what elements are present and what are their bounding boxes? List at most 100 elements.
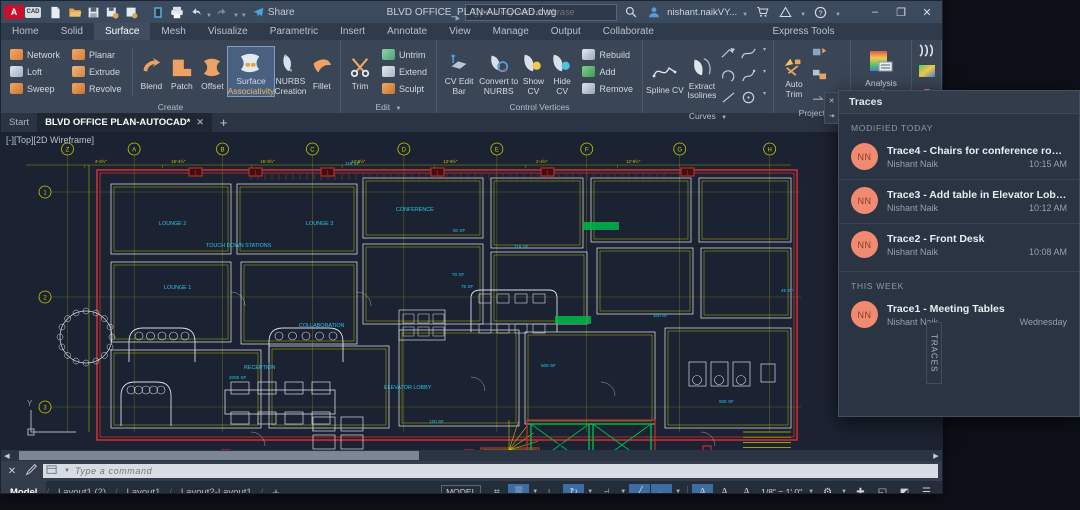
ribbon-tab-annotate[interactable]: Annotate bbox=[376, 23, 438, 40]
status-customization-icon[interactable]: ☰ bbox=[916, 484, 937, 494]
command-close-icon[interactable]: ✕ bbox=[5, 466, 19, 477]
ribbon-button-untrim[interactable]: Untrim bbox=[379, 46, 430, 63]
project-to-view-icon[interactable] bbox=[811, 67, 828, 87]
traces-panel-close-icon[interactable]: ✕ bbox=[829, 97, 835, 105]
scroll-left-icon[interactable]: ◀ bbox=[1, 450, 13, 461]
saveas-icon[interactable] bbox=[104, 4, 121, 21]
ribbon-tab-insert[interactable]: Insert bbox=[329, 23, 376, 40]
status-ortho-icon[interactable]: ∟ bbox=[541, 484, 562, 494]
command-field[interactable] bbox=[73, 465, 938, 477]
ribbon-button-loft[interactable]: Loft bbox=[7, 63, 63, 80]
ribbon-tab-home[interactable]: Home bbox=[1, 23, 50, 40]
search-icon[interactable] bbox=[622, 4, 639, 21]
layout-tab-1[interactable]: Layout1 (2) bbox=[49, 481, 115, 494]
autodesk-dropdown-icon[interactable]: ▼ bbox=[800, 12, 806, 22]
ribbon-button-network[interactable]: Network bbox=[7, 46, 63, 63]
autodesk-triangle-icon[interactable] bbox=[777, 4, 794, 21]
cart-icon[interactable] bbox=[754, 4, 771, 21]
model-space-badge[interactable]: MODEL bbox=[441, 485, 481, 494]
search-field[interactable] bbox=[466, 6, 616, 18]
ribbon-button-remove[interactable]: Remove bbox=[579, 80, 636, 97]
layout-tab-2[interactable]: Layout1 bbox=[118, 481, 170, 494]
workspace-dropdown-icon[interactable]: ▼ bbox=[839, 489, 849, 494]
command-dropdown-icon[interactable]: ▼ bbox=[64, 468, 70, 474]
document-tab-1[interactable]: BLVD OFFICE PLAN-AUTOCAD*✕ bbox=[37, 113, 212, 132]
traces-side-tab[interactable]: TRACES bbox=[926, 322, 942, 384]
account-avatar-icon[interactable] bbox=[645, 4, 662, 21]
status-polar-icon[interactable]: ↻ bbox=[563, 484, 584, 494]
ribbon-button-auto-trim[interactable]: Auto Trim bbox=[777, 50, 811, 99]
horizontal-scrollbar[interactable]: ◀ ▶ bbox=[1, 450, 942, 461]
status-ucs-icon[interactable]: ⌞ bbox=[651, 484, 672, 494]
layout-tab-3[interactable]: Layout2-Layout1 bbox=[172, 481, 261, 494]
ribbon-tab-surface[interactable]: Surface bbox=[94, 23, 150, 40]
ribbon-button-planar[interactable]: Planar bbox=[69, 46, 125, 63]
ribbon-button-sweep[interactable]: Sweep bbox=[7, 80, 63, 97]
viewport-label[interactable]: [-][Top][2D Wireframe] bbox=[6, 135, 94, 145]
maximize-button[interactable]: ❐ bbox=[890, 2, 912, 22]
drawing-canvas[interactable]: [-][Top][2D Wireframe] ZABCDEFGH4'-6½"18… bbox=[1, 132, 942, 461]
search-expand-icon[interactable]: ▶ bbox=[455, 15, 460, 22]
ribbon-tab-visualize[interactable]: Visualize bbox=[197, 23, 259, 40]
save-icon[interactable] bbox=[85, 4, 102, 21]
command-pen-icon[interactable] bbox=[24, 463, 38, 479]
status-flyout-icon[interactable]: ▼ bbox=[530, 489, 540, 494]
close-button[interactable]: ✕ bbox=[916, 2, 938, 22]
traces-panel-autohide-icon[interactable]: ⇥ bbox=[829, 112, 835, 120]
status-flyout-icon[interactable]: ▼ bbox=[585, 489, 595, 494]
trace-list-item[interactable]: NNTrace4 - Chairs for conference roomNis… bbox=[839, 138, 1079, 177]
ribbon-tab-output[interactable]: Output bbox=[540, 23, 592, 40]
ribbon-button-blend[interactable]: Blend bbox=[136, 52, 166, 92]
curvature-analysis-icon[interactable] bbox=[919, 64, 935, 82]
help-icon[interactable]: ? bbox=[812, 4, 829, 21]
edit-panel-expand-icon[interactable]: ▼ bbox=[396, 106, 402, 112]
ribbon-tab-mesh[interactable]: Mesh bbox=[150, 23, 196, 40]
scrollbar-thumb[interactable] bbox=[19, 451, 419, 460]
redo-dropdown-icon[interactable]: ▼ bbox=[233, 13, 239, 23]
ribbon-tab-express-tools[interactable]: Express Tools bbox=[761, 23, 845, 40]
zebra-analysis-icon[interactable] bbox=[918, 44, 936, 62]
open-icon[interactable] bbox=[66, 4, 83, 21]
account-name[interactable]: nishant.naikVY... bbox=[667, 7, 737, 18]
scroll-right-icon[interactable]: ▶ bbox=[930, 450, 942, 461]
new-icon[interactable] bbox=[47, 4, 64, 21]
ribbon-button-surface-associativity[interactable]: Surface Associativity bbox=[228, 47, 275, 96]
curve-tool-4-icon[interactable] bbox=[740, 68, 758, 88]
account-dropdown-icon[interactable]: ▼ bbox=[742, 12, 748, 22]
status-annotation-a1[interactable]: A bbox=[692, 484, 713, 494]
status-snap-icon[interactable]: ⌗ bbox=[486, 484, 507, 494]
status-flyout-icon[interactable]: ▼ bbox=[673, 489, 683, 494]
curves-flyout-2-icon[interactable]: ▾ bbox=[763, 68, 770, 88]
search-input[interactable] bbox=[465, 4, 617, 21]
panel-title-curves[interactable]: Curves ▼ bbox=[643, 110, 773, 122]
curve-tool-2-icon[interactable] bbox=[740, 46, 758, 66]
status-annotation-a2[interactable]: A bbox=[714, 484, 735, 494]
command-input[interactable]: ▼ bbox=[43, 464, 938, 478]
ribbon-button-offset[interactable]: Offset bbox=[197, 52, 227, 92]
plot-preview-icon[interactable] bbox=[123, 4, 140, 21]
curves-flyout-3-icon[interactable]: ▾ bbox=[763, 90, 770, 110]
status-grid-icon[interactable]: ▒ bbox=[508, 484, 529, 494]
curve-tool-1-icon[interactable] bbox=[720, 46, 738, 66]
trace-list-item[interactable]: NNTrace3 - Add table in Elevator LobbyNi… bbox=[839, 182, 1079, 221]
ribbon-button-sculpt[interactable]: Sculpt bbox=[379, 80, 430, 97]
plot-icon[interactable] bbox=[168, 4, 185, 21]
redo-icon[interactable] bbox=[214, 4, 231, 21]
share-button[interactable]: Share bbox=[252, 7, 295, 18]
curve-tool-6-icon[interactable] bbox=[740, 90, 758, 110]
minimize-button[interactable]: – bbox=[864, 2, 886, 22]
curve-tool-5-icon[interactable] bbox=[720, 90, 738, 110]
status-cleanscreen-icon[interactable]: ◩ bbox=[894, 484, 915, 494]
ribbon-tab-view[interactable]: View bbox=[438, 23, 482, 40]
ribbon-button-extract-isolines[interactable]: Extract Isolines bbox=[684, 52, 720, 101]
ribbon-button-extrude[interactable]: Extrude bbox=[69, 63, 125, 80]
document-tab-0[interactable]: Start bbox=[1, 113, 37, 132]
project-to-ucs-icon[interactable] bbox=[811, 45, 828, 65]
document-tab-close-icon[interactable]: ✕ bbox=[196, 117, 204, 128]
ribbon-button-extend[interactable]: Extend bbox=[379, 63, 430, 80]
ribbon-button-cv-edit-bar[interactable]: CV Edit Bar bbox=[440, 47, 478, 96]
ribbon-button-trim[interactable]: Trim bbox=[344, 52, 376, 92]
layout-tab-0[interactable]: Model bbox=[1, 481, 46, 494]
help-dropdown-icon[interactable]: ▼ bbox=[835, 12, 841, 22]
ribbon-button-nurbs-creation[interactable]: NURBS Creation bbox=[274, 47, 306, 96]
